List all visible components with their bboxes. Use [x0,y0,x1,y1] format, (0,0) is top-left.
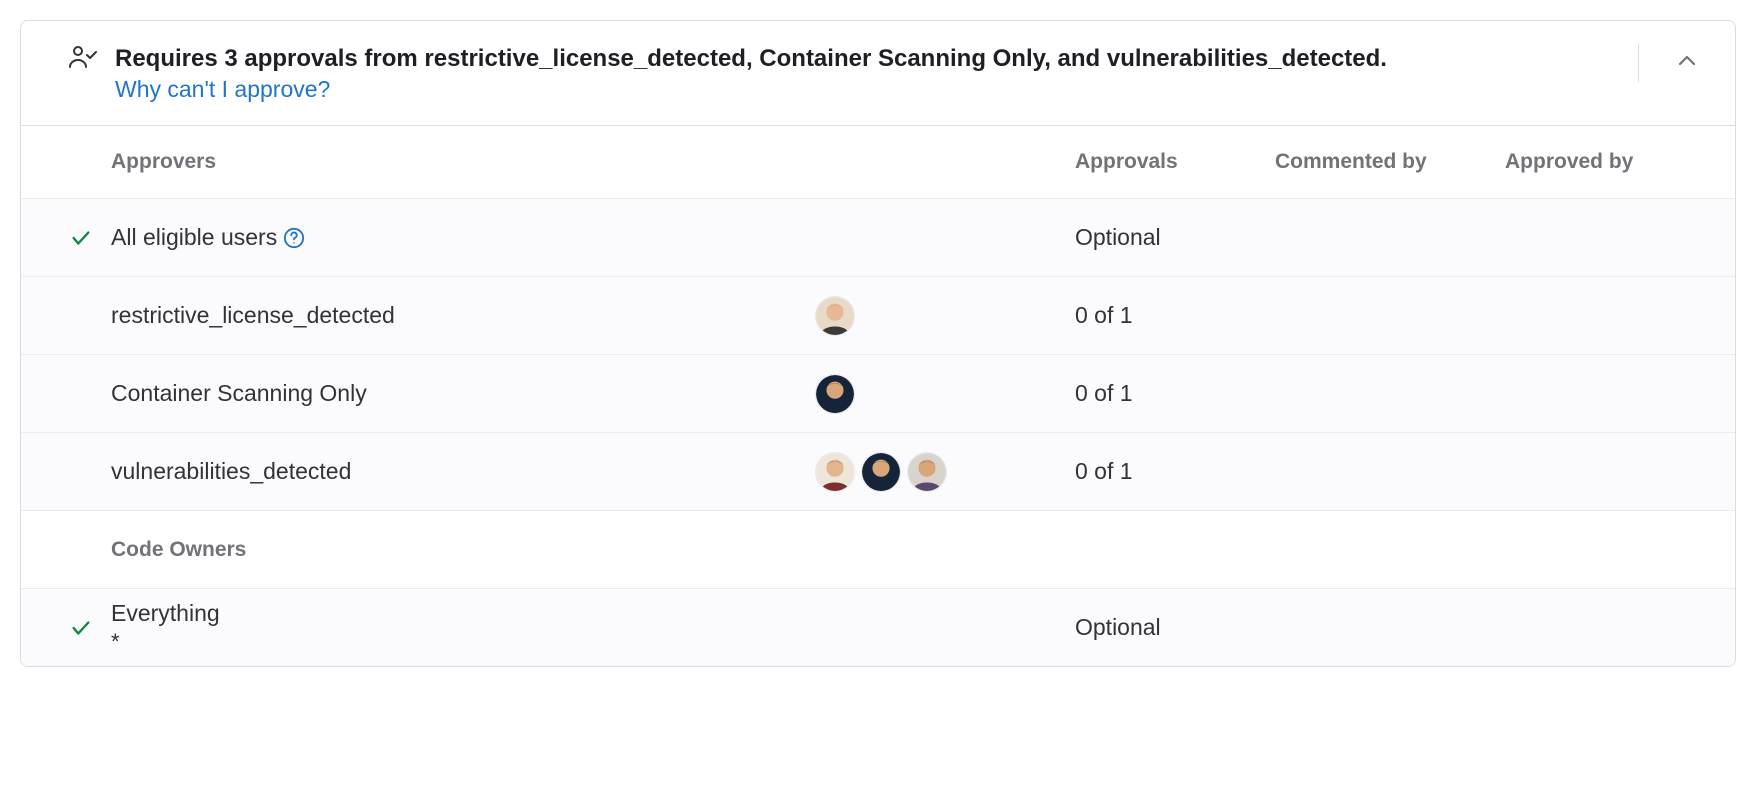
approvals-value: 0 of 1 [1075,380,1275,407]
header-text: Requires 3 approvals from restrictive_li… [115,43,1600,103]
approvals-value: Optional [1075,224,1275,251]
avatar[interactable] [861,452,901,492]
avatar-icon [908,452,946,492]
approval-status-icon [69,45,97,75]
approver-name: restrictive_license_detected [111,302,815,329]
table-row: Container Scanning Only 0 of 1 [21,354,1735,432]
approver-pattern: * [111,629,120,655]
approver-name: vulnerabilities_detected [111,458,815,485]
avatar-icon [816,296,854,336]
collapse-button[interactable] [1669,43,1705,82]
avatars-cell [815,374,1075,414]
approvals-value: 0 of 1 [1075,302,1275,329]
check-icon [70,617,92,639]
approvals-table: Approvers Approvals Commented by Approve… [21,126,1735,666]
approver-name: Container Scanning Only [111,380,815,407]
col-approvers-header: Approvers [111,150,815,174]
avatar-icon [862,452,900,492]
avatar-icon [816,374,854,414]
table-row: All eligible users Optional [21,198,1735,276]
question-circle-icon [283,227,305,249]
check-icon [70,227,92,249]
avatar[interactable] [815,452,855,492]
col-approvals-header: Approvals [1075,150,1275,174]
avatar[interactable] [815,374,855,414]
approvals-value: Optional [1075,614,1275,641]
table-row: vulnerabilities_detected 0 of 1 [21,432,1735,510]
section-header: Code Owners [21,510,1735,588]
help-icon-button[interactable] [283,227,305,249]
col-commented-by-header: Commented by [1275,150,1505,174]
table-header-row: Approvers Approvals Commented by Approve… [21,126,1735,198]
avatars-cell [815,296,1075,336]
col-approved-by-header: Approved by [1505,150,1705,174]
panel-header: Requires 3 approvals from restrictive_li… [21,21,1735,126]
table-row: restrictive_license_detected 0 of 1 [21,276,1735,354]
collapse-divider [1638,43,1705,82]
avatar-icon [816,452,854,492]
approver-name: All eligible users [111,224,815,251]
approver-name: Everything* [111,600,815,655]
avatar[interactable] [815,296,855,336]
avatar[interactable] [907,452,947,492]
why-cant-approve-link[interactable]: Why can't I approve? [115,76,330,103]
avatars-cell [815,452,1075,492]
table-body: All eligible users Optional restrictive_li… [21,198,1735,666]
chevron-up-icon [1675,49,1699,73]
section-label: Code Owners [111,538,815,562]
approvals-panel: Requires 3 approvals from restrictive_li… [20,20,1736,667]
header-title: Requires 3 approvals from restrictive_li… [115,43,1600,74]
approvals-value: 0 of 1 [1075,458,1275,485]
row-status [51,617,111,639]
table-row: Everything* Optional [21,588,1735,666]
row-status [51,227,111,249]
